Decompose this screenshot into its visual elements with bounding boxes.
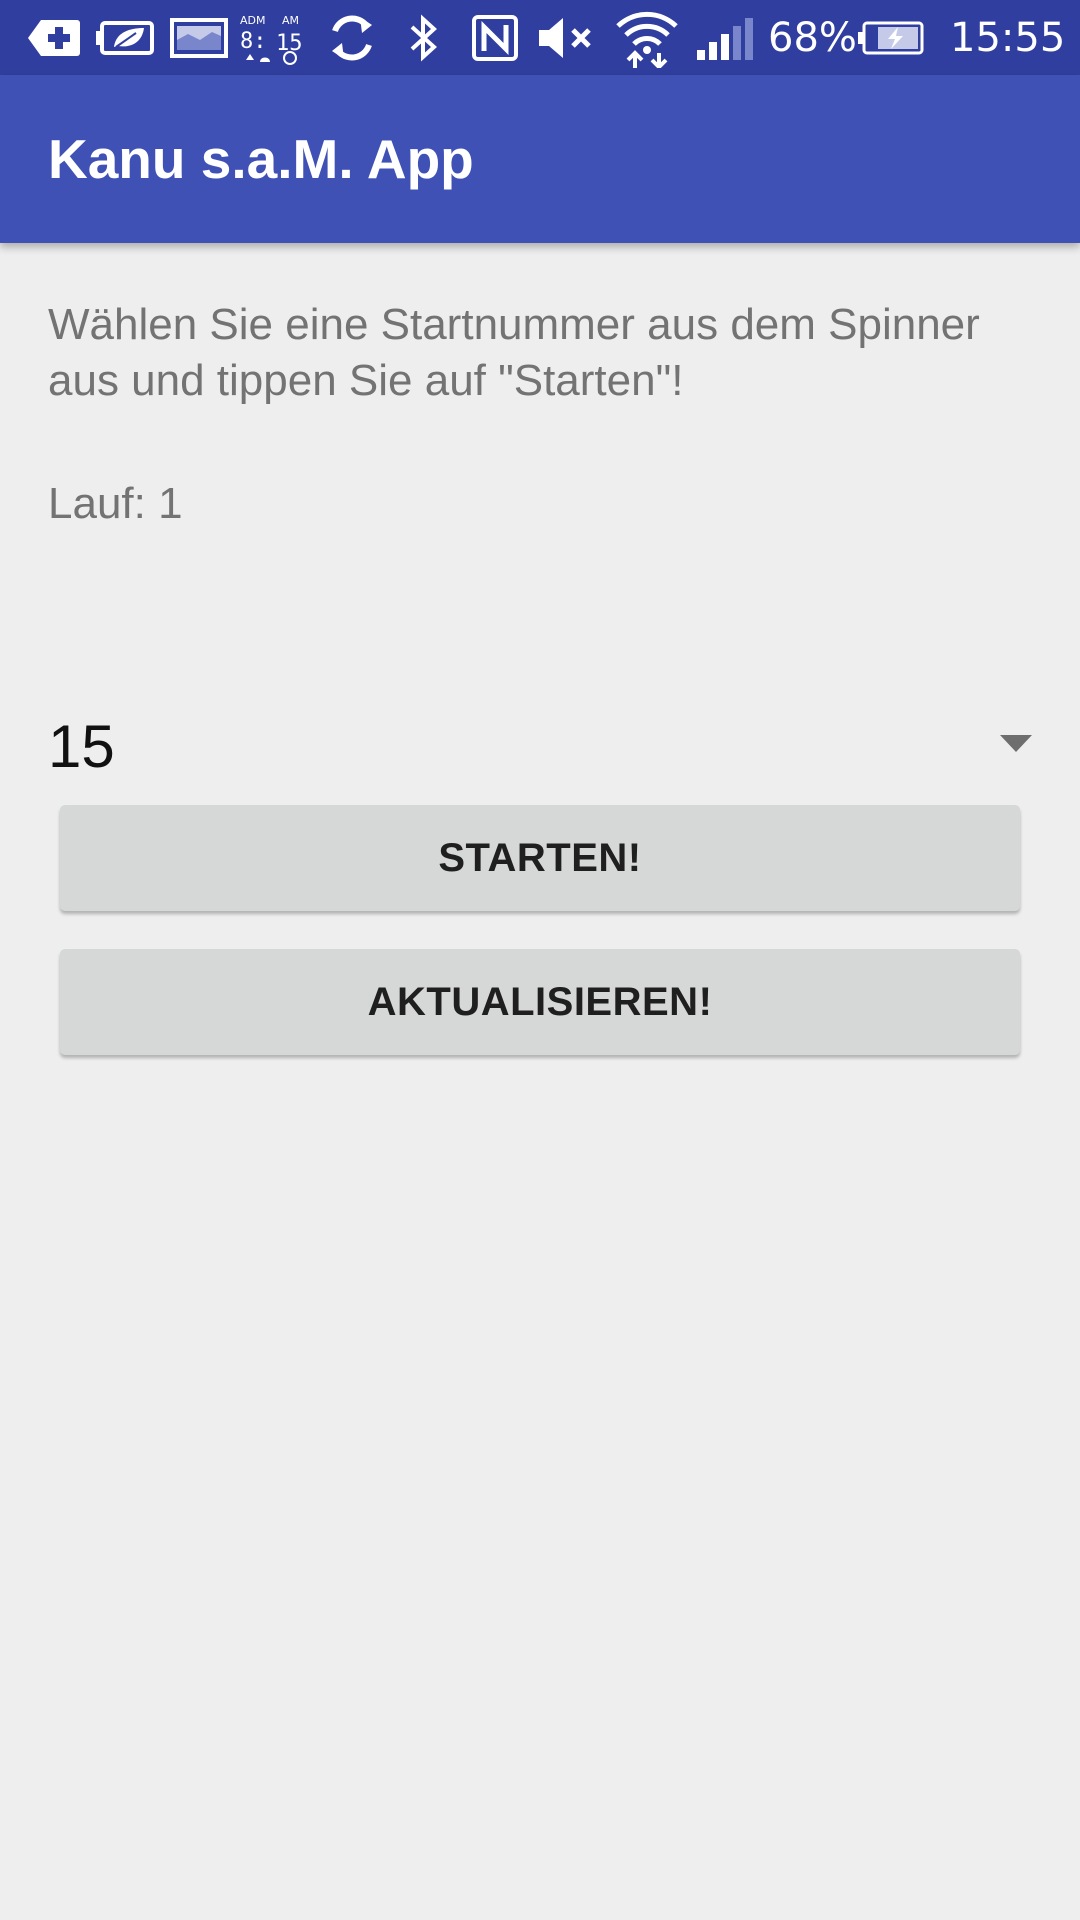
dropdown-arrow-icon	[1000, 735, 1032, 752]
app-bar: Kanu s.a.M. App	[0, 75, 1080, 243]
instruction-text: Wählen Sie eine Startnummer aus dem Spin…	[48, 300, 980, 405]
app-title: Kanu s.a.M. App	[48, 128, 474, 190]
nfc-icon	[470, 12, 520, 64]
spinner-selected-value: 15	[48, 713, 115, 780]
battery-saver-icon	[95, 12, 157, 64]
battery-percent: 68%	[768, 15, 857, 61]
image-icon	[170, 12, 228, 64]
alarm-widget-icon: ADM 8: AM 15	[238, 12, 302, 65]
start-button[interactable]: STARTEN!	[60, 805, 1020, 911]
bluetooth-icon	[404, 12, 444, 64]
status-bar: ADM 8: AM 15 68% 15:55	[0, 0, 1080, 75]
add-box-icon	[26, 12, 82, 64]
clock: 15:55	[950, 15, 1066, 61]
sync-icon	[324, 12, 380, 64]
mute-icon	[536, 12, 598, 64]
lauf-label: Lauf:	[48, 479, 159, 528]
lauf-value: 1	[158, 479, 183, 528]
signal-icon	[694, 12, 754, 64]
wifi-icon	[614, 11, 680, 68]
start-number-spinner[interactable]: 15	[48, 705, 1032, 785]
svg-text:ADM: ADM	[240, 14, 266, 27]
svg-text:8:: 8:	[240, 29, 267, 54]
refresh-button[interactable]: AKTUALISIEREN!	[60, 949, 1020, 1055]
battery-charging-icon	[858, 12, 924, 64]
svg-text:AM: AM	[282, 14, 299, 27]
lauf-text: Lauf: 1	[48, 476, 183, 532]
